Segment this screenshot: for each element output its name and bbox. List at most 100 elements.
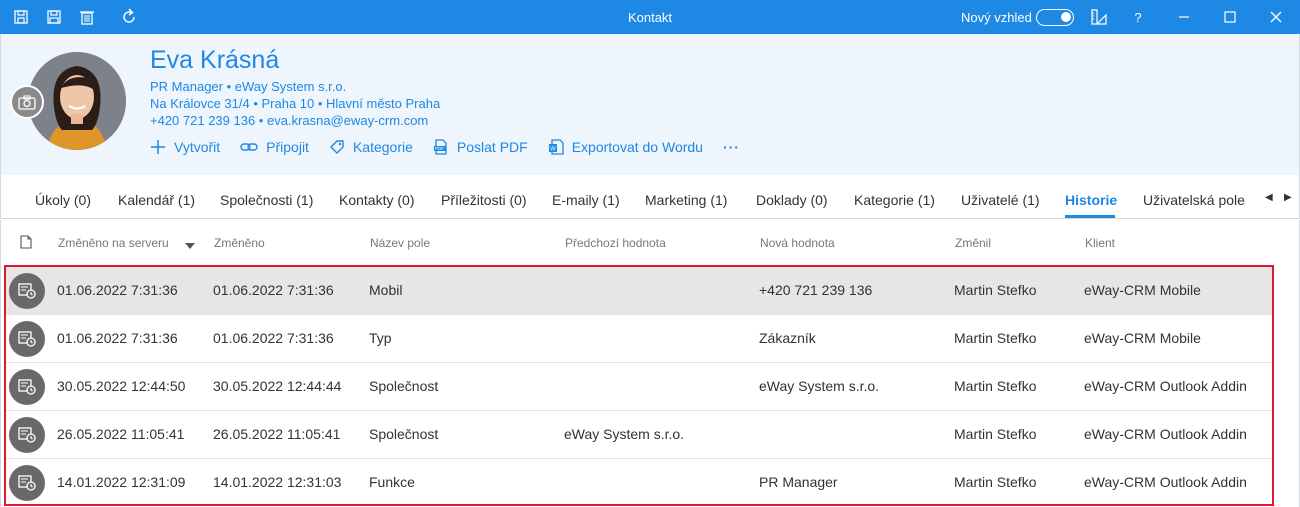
tab-user-fields[interactable]: Uživatelská pole xyxy=(1143,192,1245,208)
send-pdf-label: Poslat PDF xyxy=(456,139,528,155)
cell-changed-server: 14.01.2022 12:31:09 xyxy=(57,474,186,490)
connect-label: Připojit xyxy=(266,139,309,155)
close-button[interactable] xyxy=(1265,6,1287,28)
scroll-left-arrow-icon[interactable]: ◀ xyxy=(1265,192,1273,203)
address[interactable]: Na Královce 31/4 • Praha 10 • Hlavní měs… xyxy=(150,96,440,111)
cell-changed-by: Martin Stefko xyxy=(954,282,1037,298)
cell-new-value: +420 721 239 136 xyxy=(759,282,873,298)
minimize-button[interactable] xyxy=(1173,6,1195,28)
toggle-knob xyxy=(1061,12,1071,22)
table-row[interactable]: 14.01.2022 12:31:09 14.01.2022 12:31:03 … xyxy=(6,459,1272,504)
cell-new-value: PR Manager xyxy=(759,474,838,490)
cell-changed-by: Martin Stefko xyxy=(954,474,1037,490)
tab-emails[interactable]: E-maily (1) xyxy=(552,192,620,208)
cell-client: eWay-CRM Outlook Addin xyxy=(1084,378,1247,394)
cell-field-name: Funkce xyxy=(369,474,415,490)
contact-header: Eva Krásná PR Manager • eWay System s.r.… xyxy=(0,34,1300,175)
create-button[interactable]: Vytvořit xyxy=(150,139,220,155)
help-button[interactable]: ? xyxy=(1127,6,1149,28)
change-photo-button[interactable] xyxy=(10,85,44,119)
refresh-icon[interactable] xyxy=(120,8,138,26)
tab-tasks[interactable]: Úkoly (0) xyxy=(35,192,91,208)
delete-icon[interactable] xyxy=(78,8,96,26)
action-bar: Vytvořit Připojit Kategorie PDF Poslat P… xyxy=(150,137,760,157)
contact-name: Eva Krásná xyxy=(150,46,280,74)
plus-icon xyxy=(151,140,165,154)
tab-users[interactable]: Uživatelé (1) xyxy=(961,192,1040,208)
connect-button[interactable]: Připojit xyxy=(240,139,309,155)
category-label: Kategorie xyxy=(352,139,413,155)
grid-header: Změněno na serveru Změněno Název pole Př… xyxy=(0,220,1300,264)
cell-client: eWay-CRM Mobile xyxy=(1084,282,1201,298)
cell-client: eWay-CRM Mobile xyxy=(1084,330,1201,346)
document-icon xyxy=(20,235,32,252)
cell-client: eWay-CRM Outlook Addin xyxy=(1084,474,1247,490)
history-record-icon xyxy=(9,465,45,501)
cell-changed-server: 30.05.2022 12:44:50 xyxy=(57,378,186,394)
position-company[interactable]: PR Manager • eWay System s.r.o. xyxy=(150,79,346,94)
table-row[interactable]: 01.06.2022 7:31:36 01.06.2022 7:31:36 Mo… xyxy=(6,267,1272,315)
title-bar: Kontakt Nový vzhled ? xyxy=(0,0,1300,34)
export-word-button[interactable]: W Exportovat do Wordu xyxy=(548,139,703,155)
pdf-icon: PDF xyxy=(433,139,447,155)
tab-calendar[interactable]: Kalendář (1) xyxy=(118,192,195,208)
cell-changed-server: 26.05.2022 11:05:41 xyxy=(57,426,185,442)
send-pdf-button[interactable]: PDF Poslat PDF xyxy=(433,139,528,155)
cell-field-name: Společnost xyxy=(369,426,439,442)
table-row[interactable]: 26.05.2022 11:05:41 26.05.2022 11:05:41 … xyxy=(6,411,1272,459)
scroll-right-arrow-icon[interactable]: ▶ xyxy=(1284,192,1292,203)
maximize-button[interactable] xyxy=(1219,6,1241,28)
history-rows: 01.06.2022 7:31:36 01.06.2022 7:31:36 Mo… xyxy=(4,265,1274,506)
more-actions-button[interactable]: ··· xyxy=(723,139,740,155)
col-changed[interactable]: Změněno xyxy=(214,236,265,250)
cell-changed: 30.05.2022 12:44:44 xyxy=(213,378,342,394)
tab-companies[interactable]: Společnosti (1) xyxy=(220,192,313,208)
tab-categories[interactable]: Kategorie (1) xyxy=(854,192,935,208)
active-tab-indicator xyxy=(1065,215,1115,218)
history-record-icon xyxy=(9,321,45,357)
col-changed-by[interactable]: Změnil xyxy=(955,236,991,250)
tab-bar: Úkoly (0) Kalendář (1) Společnosti (1) K… xyxy=(0,175,1300,219)
tab-opportunities[interactable]: Příležitosti (0) xyxy=(441,192,527,208)
cell-previous-value: eWay System s.r.o. xyxy=(564,426,685,442)
link-icon xyxy=(240,143,258,151)
camera-icon xyxy=(18,94,36,110)
category-button[interactable]: Kategorie xyxy=(329,139,413,155)
cell-client: eWay-CRM Outlook Addin xyxy=(1084,426,1247,442)
tab-marketing[interactable]: Marketing (1) xyxy=(645,192,727,208)
table-row[interactable]: 30.05.2022 12:44:50 30.05.2022 12:44:44 … xyxy=(6,363,1272,411)
cell-changed-by: Martin Stefko xyxy=(954,378,1037,394)
left-border xyxy=(0,264,1,507)
cell-field-name: Mobil xyxy=(369,282,403,298)
new-look-toggle[interactable] xyxy=(1036,9,1074,26)
tab-documents[interactable]: Doklady (0) xyxy=(756,192,828,208)
history-record-icon xyxy=(9,369,45,405)
col-previous-value[interactable]: Předchozí hodnota xyxy=(565,236,666,250)
history-record-icon xyxy=(9,273,45,309)
cell-changed-server: 01.06.2022 7:31:36 xyxy=(57,282,178,298)
col-field-name[interactable]: Název pole xyxy=(370,236,430,250)
col-client[interactable]: Klient xyxy=(1085,236,1115,250)
cell-changed-by: Martin Stefko xyxy=(954,330,1037,346)
tag-icon xyxy=(329,140,344,154)
col-changed-server[interactable]: Změněno na serveru xyxy=(58,236,169,250)
cell-new-value: eWay System s.r.o. xyxy=(759,378,880,394)
sort-desc-icon[interactable] xyxy=(185,238,195,252)
cell-changed: 14.01.2022 12:31:03 xyxy=(213,474,342,490)
save-close-icon[interactable] xyxy=(12,8,30,26)
phone-email[interactable]: +420 721 239 136 • eva.krasna@eway-crm.c… xyxy=(150,113,428,128)
cell-field-name: Typ xyxy=(369,330,392,346)
tab-history[interactable]: Historie xyxy=(1065,192,1117,208)
svg-text:W: W xyxy=(550,147,556,153)
save-icon[interactable] xyxy=(45,8,63,26)
new-look-label: Nový vzhled xyxy=(961,10,1032,25)
tab-contacts[interactable]: Kontakty (0) xyxy=(339,192,414,208)
history-record-icon xyxy=(9,417,45,453)
cell-changed: 01.06.2022 7:31:36 xyxy=(213,282,334,298)
cell-changed: 01.06.2022 7:31:36 xyxy=(213,330,334,346)
col-new-value[interactable]: Nová hodnota xyxy=(760,236,835,250)
ruler-icon[interactable] xyxy=(1090,8,1108,26)
cell-field-name: Společnost xyxy=(369,378,439,394)
table-row[interactable]: 01.06.2022 7:31:36 01.06.2022 7:31:36 Ty… xyxy=(6,315,1272,363)
cell-changed-server: 01.06.2022 7:31:36 xyxy=(57,330,178,346)
